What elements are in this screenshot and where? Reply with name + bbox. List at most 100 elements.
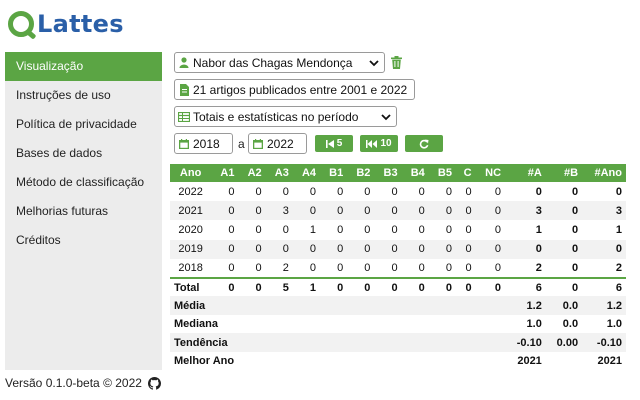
col-header: #B	[545, 164, 583, 182]
col-header: #A	[505, 164, 546, 182]
stats-cell: 1.2	[582, 296, 626, 315]
table-cell: 0	[320, 239, 348, 259]
reset-button[interactable]	[405, 135, 443, 152]
table-row: 2021 0 0 3 0 0 0 0 0 0 0 0 3 0 3	[170, 201, 626, 221]
total-cell: 0	[401, 276, 429, 297]
sidebar-item-metodo[interactable]: Método de classificação	[5, 168, 162, 197]
total-cell: 0	[475, 276, 506, 297]
stats-cell: 0.0	[562, 318, 579, 331]
table-cell: 0	[347, 201, 375, 221]
table-cell: 2	[535, 261, 542, 274]
sidebar-item-bases[interactable]: Bases de dados	[5, 139, 162, 168]
view-select[interactable]: Totais e estatísticas no período	[174, 106, 397, 127]
table-cell: 0	[582, 239, 626, 259]
table-cell: 0	[238, 239, 266, 259]
table-row: 2019 0 0 0 0 0 0 0 0 0 0 0 0 0 0	[170, 239, 626, 259]
table-cell: 0	[309, 261, 316, 274]
table-cell: 0	[465, 223, 472, 236]
table-cell: 0	[374, 239, 402, 259]
col-header: A2	[238, 164, 266, 182]
version-text: Versão 0.1.0-beta © 2022	[5, 376, 142, 390]
table-cell: 0	[494, 185, 502, 198]
table-cell: 0	[445, 261, 452, 274]
total-cell: 0	[347, 276, 375, 297]
table-cell: 0	[364, 223, 371, 236]
table-cell: 0	[401, 239, 429, 259]
back-10-button[interactable]: 10	[360, 135, 398, 152]
table-cell: 0	[391, 261, 398, 274]
stats-row: Mediana 1.0 0.0 1.0	[170, 315, 626, 334]
sidebar-item-visualizacao[interactable]: Visualização	[5, 52, 162, 81]
total-cell: 6	[582, 276, 626, 297]
table-icon	[175, 111, 193, 122]
logo-text: Lattes	[37, 10, 124, 38]
summary-field: 21 artigos publicados entre 2001 e 2022	[174, 79, 415, 100]
fast-backward-icon	[366, 139, 378, 148]
total-cell: 0	[320, 276, 348, 297]
col-header: B3	[374, 164, 402, 182]
footer: Versão 0.1.0-beta © 2022	[5, 376, 161, 390]
table-cell: 0	[309, 185, 316, 198]
table-cell: 0	[418, 261, 425, 274]
table-cell: 0	[455, 239, 476, 259]
table-cell: 1	[309, 223, 316, 236]
table-cell: 0	[428, 239, 456, 259]
table-cell: 0	[455, 201, 476, 221]
calendar-icon	[175, 138, 193, 149]
stats-cell: 2021	[517, 355, 542, 368]
trash-icon[interactable]	[391, 56, 402, 72]
table-cell: 2	[615, 261, 622, 274]
stats-cell: 1.0	[606, 318, 622, 331]
logo-q-icon	[8, 11, 34, 37]
user-icon	[175, 57, 193, 68]
stats-cell: 1.0	[526, 318, 542, 331]
researcher-value: Nabor das Chagas Mendonça	[193, 55, 353, 70]
total-cell: 5	[265, 276, 293, 297]
sidebar-item-instrucoes[interactable]: Instruções de uso	[5, 81, 162, 110]
col-header: #Ano	[582, 164, 626, 182]
table-cell: 1	[615, 223, 622, 236]
table-cell: 0	[428, 201, 456, 221]
researcher-select[interactable]: Nabor das Chagas Mendonça	[174, 52, 385, 73]
year-to-input[interactable]: 2022	[248, 133, 307, 154]
table-cell: 0	[465, 185, 472, 198]
stats-cell: -0.10	[582, 333, 626, 352]
col-header: B2	[347, 164, 375, 182]
back-5-button[interactable]: 5	[315, 135, 353, 152]
col-header: B4	[401, 164, 429, 182]
github-icon[interactable]	[147, 376, 161, 390]
total-cell: 0	[211, 276, 239, 297]
stats-cell	[546, 352, 582, 371]
table-cell: 0	[337, 223, 344, 236]
table-cell: 0	[494, 223, 502, 236]
table-cell: 0	[282, 223, 289, 236]
table-cell: 0	[211, 201, 239, 221]
sidebar-item-privacidade[interactable]: Política de privacidade	[5, 110, 162, 139]
year-from-value: 2018	[193, 136, 220, 151]
year-from-input[interactable]: 2018	[174, 133, 233, 154]
total-label: Total	[170, 276, 212, 297]
table-cell: 3	[505, 201, 546, 221]
table-cell: 0	[255, 185, 262, 198]
sidebar: Visualização Instruções de uso Política …	[5, 52, 162, 370]
table-cell: 0	[265, 239, 293, 259]
app-logo: Lattes	[8, 8, 124, 40]
table-cell: 0	[292, 239, 320, 259]
redo-icon	[419, 139, 429, 149]
chevron-down-icon	[381, 110, 391, 124]
table-cell: 0	[505, 239, 546, 259]
year-cell: 2022	[178, 185, 203, 198]
table-cell: 0	[475, 201, 506, 221]
sidebar-item-creditos[interactable]: Créditos	[5, 226, 162, 255]
col-header: B5	[428, 164, 456, 182]
table-cell: 0	[292, 201, 320, 221]
stats-cell: 0.0	[545, 296, 583, 315]
year-cell: 2020	[178, 223, 203, 236]
total-cell: 1	[292, 276, 320, 297]
sidebar-item-melhorias[interactable]: Melhorias futuras	[5, 197, 162, 226]
table-cell: 0	[418, 185, 425, 198]
col-header: A4	[292, 164, 320, 182]
year-separator: a	[238, 137, 245, 151]
table-cell: 0	[238, 201, 266, 221]
table-cell: 1	[535, 223, 542, 236]
